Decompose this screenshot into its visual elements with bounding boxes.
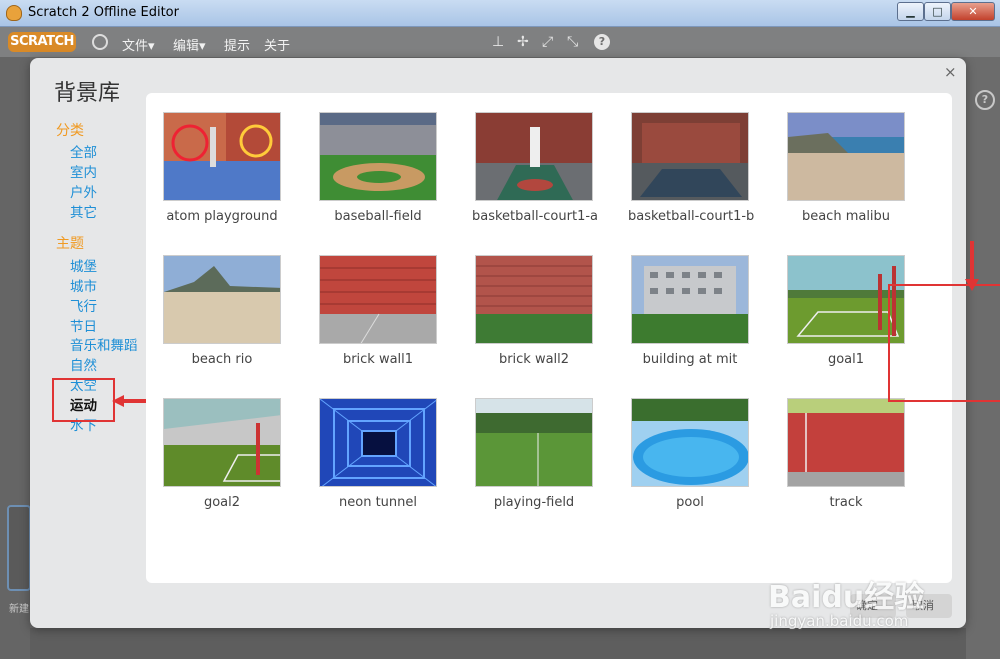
backdrop-label: goal2	[203, 495, 241, 510]
side-help-icon[interactable]: ?	[975, 90, 995, 110]
backdrop-label: beach malibu	[801, 209, 891, 224]
cut-icon[interactable]: ✢	[517, 34, 529, 50]
backdrop-thumbnail	[631, 255, 749, 344]
dialog-title: 背景库	[54, 81, 121, 106]
backdrop-playing-field[interactable]: playing-field	[472, 398, 596, 528]
menubar: SCRATCH 文件▾ 编辑▾ 提示 关于 ⊥ ✢ ⤢ ⤡ ?	[0, 27, 1000, 57]
theme-city[interactable]: 城市	[70, 275, 97, 295]
category-all[interactable]: 全部	[70, 141, 97, 161]
backdrop-track[interactable]: track	[784, 398, 908, 528]
category-other[interactable]: 其它	[70, 201, 97, 221]
backdrop-atom-playground[interactable]: atom playground	[160, 112, 284, 242]
backdrop-label: beach rio	[191, 352, 253, 367]
selected-theme-highlight	[52, 378, 115, 422]
theme-castle[interactable]: 城堡	[70, 255, 97, 275]
backdrop-label: track	[829, 495, 863, 510]
grow-icon[interactable]: ⤢	[542, 34, 553, 50]
backdrop-goal2[interactable]: goal2	[160, 398, 284, 528]
backdrop-label: brick wall2	[498, 352, 570, 367]
shrink-icon[interactable]: ⤡	[567, 34, 578, 50]
watermark-brand: Baidu经验	[768, 580, 925, 615]
category-outdoors[interactable]: 户外	[70, 181, 97, 201]
backdrop-basketball-court1-a[interactable]: basketball-court1-a	[472, 112, 598, 242]
backdrop-label: atom playground	[166, 209, 278, 224]
baidu-watermark: Baidu经验 jingyan.baidu.com	[768, 568, 954, 636]
watermark-url: jingyan.baidu.com	[770, 612, 909, 630]
help-icon[interactable]: ?	[594, 34, 610, 50]
backdrop-brick-wall1[interactable]: brick wall1	[316, 255, 440, 385]
theme-heading: 主题	[56, 236, 84, 252]
new-backdrop-label: 新建	[9, 604, 29, 615]
backdrop-thumbnail	[319, 398, 437, 487]
stage-thumbnail[interactable]	[7, 505, 31, 591]
category-heading: 分类	[56, 123, 84, 139]
theme-nature[interactable]: 自然	[70, 354, 97, 374]
backdrop-beach-malibu[interactable]: beach malibu	[784, 112, 908, 242]
category-indoors[interactable]: 室内	[70, 161, 97, 181]
backdrop-label: basketball-court1-b	[628, 209, 755, 224]
backdrop-grid: atom playground baseball-field basketbal…	[146, 93, 1000, 583]
menu-edit[interactable]: 编辑▾	[173, 35, 206, 54]
backdrop-building-at-mit[interactable]: building at mit	[628, 255, 752, 385]
close-dialog-icon[interactable]: ×	[944, 63, 957, 81]
language-globe-icon[interactable]	[92, 34, 108, 50]
backdrop-label: pool	[676, 495, 704, 510]
backdrop-thumbnail	[475, 255, 593, 344]
backdrop-pool[interactable]: pool	[628, 398, 752, 528]
backdrop-basketball-court1-b[interactable]: basketball-court1-b	[628, 112, 755, 242]
backdrop-label: building at mit	[642, 352, 738, 367]
backdrop-label: brick wall1	[342, 352, 414, 367]
backdrop-label: neon tunnel	[339, 495, 417, 510]
backdrop-thumbnail	[319, 112, 437, 201]
theme-music-dance[interactable]: 音乐和舞蹈	[70, 334, 138, 354]
backdrop-label: basketball-court1-a	[472, 209, 598, 224]
backdrop-neon-tunnel[interactable]: neon tunnel	[316, 398, 440, 528]
menu-tips[interactable]: 提示	[224, 35, 250, 54]
backdrop-thumbnail	[475, 112, 593, 201]
backdrop-library-dialog: 背景库 × 分类 全部 室内 户外 其它 主题 城堡 城市 飞行 节日 音乐和舞…	[30, 58, 1000, 628]
backdrop-thumbnail	[163, 398, 281, 487]
close-window-button[interactable]: ✕	[951, 2, 995, 21]
backdrop-beach-rio[interactable]: beach rio	[160, 255, 284, 385]
backdrop-thumbnail	[787, 112, 905, 201]
backdrop-label: playing-field	[493, 495, 575, 510]
maximize-button[interactable]: □	[924, 2, 951, 21]
highlighted-backdrop-box	[888, 284, 1000, 402]
theme-holiday[interactable]: 节日	[70, 315, 97, 335]
window-titlebar: Scratch 2 Offline Editor ▁ □ ✕	[0, 0, 1000, 27]
backdrop-thumbnail	[631, 398, 749, 487]
menu-about[interactable]: 关于	[264, 35, 290, 54]
scratch-logo[interactable]: SCRATCH	[8, 32, 76, 52]
pointer-arrow-down-icon	[965, 241, 979, 291]
backdrop-thumbnail	[631, 112, 749, 201]
backdrop-thumbnail	[163, 255, 281, 344]
window-title: Scratch 2 Offline Editor	[28, 5, 179, 20]
theme-flying[interactable]: 飞行	[70, 295, 97, 315]
scratch-cat-icon	[6, 5, 22, 21]
backdrop-label: baseball-field	[334, 209, 422, 224]
backdrop-baseball-field[interactable]: baseball-field	[316, 112, 440, 242]
backdrop-thumbnail	[787, 398, 905, 487]
minimize-button[interactable]: ▁	[897, 2, 924, 21]
backdrop-thumbnail	[319, 255, 437, 344]
duplicate-stamp-icon[interactable]: ⊥	[492, 34, 504, 50]
backdrop-brick-wall2[interactable]: brick wall2	[472, 255, 596, 385]
menu-file[interactable]: 文件▾	[122, 35, 155, 54]
backdrop-thumbnail	[475, 398, 593, 487]
backdrop-thumbnail	[163, 112, 281, 201]
